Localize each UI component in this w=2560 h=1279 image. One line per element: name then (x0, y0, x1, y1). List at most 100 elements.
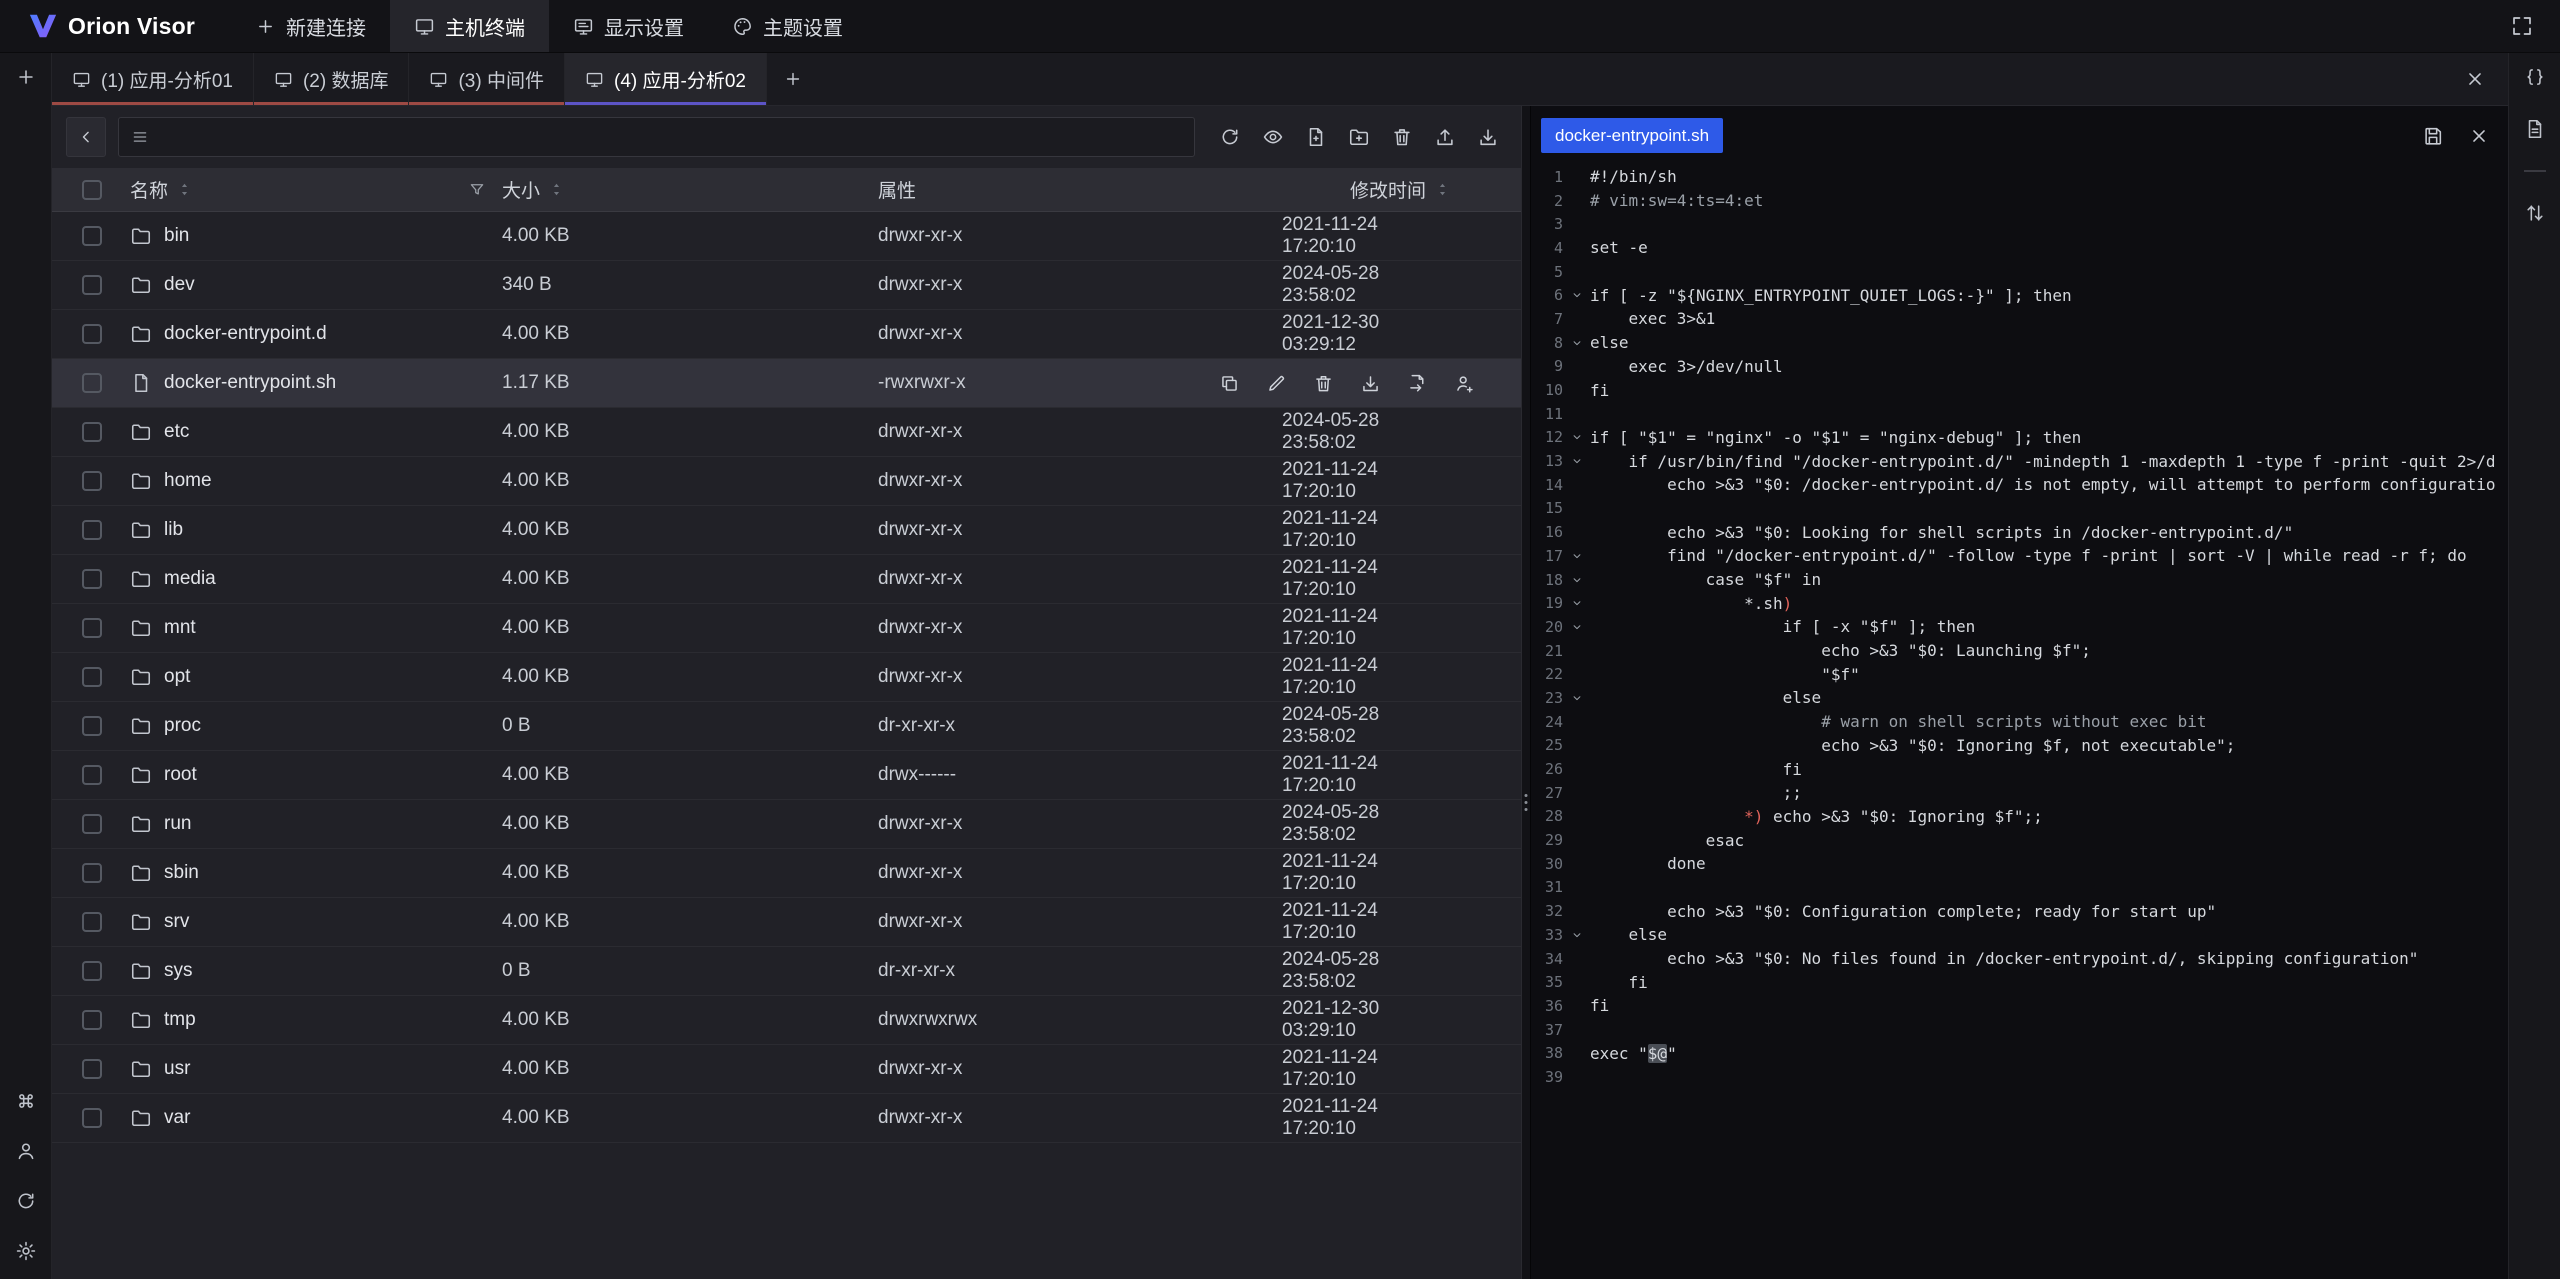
table-row[interactable]: docker-entrypoint.sh1.17 KB-rwxrwxr-x (52, 359, 1521, 408)
save-icon[interactable] (2422, 125, 2444, 147)
fold-chevron-icon[interactable] (1563, 430, 1590, 444)
row-checkbox[interactable] (82, 716, 102, 736)
column-header-size[interactable]: 大小 (502, 176, 878, 203)
delete-button[interactable] (1391, 126, 1413, 148)
menu-item-host-terminal[interactable]: 主机终端 (390, 0, 549, 52)
row-action-delete-icon[interactable] (1313, 373, 1334, 394)
code-editor[interactable]: 1#!/bin/sh2# vim:sw=4:ts=4:et34set -e56i… (1531, 163, 2508, 1279)
table-row[interactable]: opt4.00 KBdrwxr-xr-x2021-11-24 17:20:10 (52, 653, 1521, 702)
row-checkbox[interactable] (82, 667, 102, 687)
sort-size-icon[interactable] (548, 181, 565, 198)
row-checkbox[interactable] (82, 1059, 102, 1079)
file-list-button[interactable] (2524, 118, 2546, 140)
table-row[interactable]: sbin4.00 KBdrwxr-xr-x2021-11-24 17:20:10 (52, 849, 1521, 898)
row-checkbox[interactable] (82, 912, 102, 932)
tab-database[interactable]: (2) 数据库 (254, 53, 410, 105)
table-row[interactable]: sys0 Bdr-xr-xr-x2024-05-28 23:58:02 (52, 947, 1521, 996)
table-row[interactable]: etc4.00 KBdrwxr-xr-x2024-05-28 23:58:02 (52, 408, 1521, 457)
row-checkbox[interactable] (82, 618, 102, 638)
editor-file-tab[interactable]: docker-entrypoint.sh (1541, 118, 1723, 153)
table-row[interactable]: home4.00 KBdrwxr-xr-x2021-11-24 17:20:10 (52, 457, 1521, 506)
path-list-icon[interactable] (131, 128, 149, 146)
user-button[interactable] (15, 1140, 37, 1162)
tab-app-analysis-02[interactable]: (4) 应用-分析02 (565, 53, 767, 105)
fold-chevron-icon[interactable] (1563, 928, 1590, 942)
new-tab-button[interactable] (767, 53, 819, 105)
select-all-checkbox[interactable] (82, 180, 102, 200)
fold-chevron-icon[interactable] (1563, 596, 1590, 610)
code-editor-button[interactable] (2524, 66, 2546, 88)
row-action-edit-icon[interactable] (1266, 373, 1287, 394)
close-editor-icon[interactable] (2468, 125, 2490, 147)
filter-icon[interactable] (468, 181, 486, 199)
row-action-permission-icon[interactable] (1454, 373, 1475, 394)
row-checkbox[interactable] (82, 324, 102, 344)
sort-name-icon[interactable] (176, 181, 193, 198)
row-checkbox[interactable] (82, 814, 102, 834)
file-size: 4.00 KB (502, 421, 878, 443)
row-action-download-icon[interactable] (1360, 373, 1381, 394)
row-checkbox[interactable] (82, 275, 102, 295)
table-row[interactable]: root4.00 KBdrwx------2021-11-24 17:20:10 (52, 751, 1521, 800)
fold-chevron-icon[interactable] (1563, 454, 1590, 468)
row-checkbox[interactable] (82, 961, 102, 981)
fold-chevron-icon[interactable] (1563, 288, 1590, 302)
code-line: 20 if [ -x "$f" ]; then (1531, 615, 2508, 639)
row-action-move-icon[interactable] (1407, 373, 1428, 394)
preview-button[interactable] (1262, 126, 1284, 148)
table-row[interactable]: run4.00 KBdrwxr-xr-x2024-05-28 23:58:02 (52, 800, 1521, 849)
column-header-time[interactable]: 修改时间 (1282, 176, 1521, 203)
table-row[interactable]: bin4.00 KBdrwxr-xr-x2021-11-24 17:20:10 (52, 212, 1521, 261)
row-checkbox[interactable] (82, 520, 102, 540)
table-row[interactable]: lib4.00 KBdrwxr-xr-x2021-11-24 17:20:10 (52, 506, 1521, 555)
row-checkbox[interactable] (82, 765, 102, 785)
table-row[interactable]: docker-entrypoint.d4.00 KBdrwxr-xr-x2021… (52, 310, 1521, 359)
column-header-name[interactable]: 名称 (114, 176, 502, 203)
row-checkbox[interactable] (82, 1010, 102, 1030)
table-row[interactable]: tmp4.00 KBdrwxrwxrwx2021-12-30 03:29:10 (52, 996, 1521, 1045)
new-tab-button[interactable] (15, 66, 37, 88)
fullscreen-icon[interactable] (2510, 14, 2534, 38)
row-checkbox[interactable] (82, 1108, 102, 1128)
row-checkbox[interactable] (82, 863, 102, 883)
fold-chevron-icon[interactable] (1563, 336, 1590, 350)
table-row[interactable]: dev340 Bdrwxr-xr-x2024-05-28 23:58:02 (52, 261, 1521, 310)
row-checkbox[interactable] (82, 226, 102, 246)
new-file-button[interactable] (1305, 126, 1327, 148)
table-row[interactable]: proc0 Bdr-xr-xr-x2024-05-28 23:58:02 (52, 702, 1521, 751)
shortcut-keys-button[interactable] (15, 1090, 37, 1112)
table-row[interactable]: media4.00 KBdrwxr-xr-x2021-11-24 17:20:1… (52, 555, 1521, 604)
row-checkbox[interactable] (82, 373, 102, 393)
fold-chevron-icon[interactable] (1563, 573, 1590, 587)
sync-button[interactable] (15, 1190, 37, 1212)
tab-middleware[interactable]: (3) 中间件 (409, 53, 565, 105)
new-folder-button[interactable] (1348, 126, 1370, 148)
panel-splitter[interactable] (1521, 106, 1531, 1279)
menu-item-theme-settings[interactable]: 主题设置 (708, 0, 867, 52)
tab-app-analysis-01[interactable]: (1) 应用-分析01 (52, 53, 254, 105)
back-button[interactable] (66, 117, 106, 157)
sort-time-icon[interactable] (1434, 181, 1451, 198)
table-row[interactable]: mnt4.00 KBdrwxr-xr-x2021-11-24 17:20:10 (52, 604, 1521, 653)
upload-button[interactable] (1434, 126, 1456, 148)
menu-item-display-settings[interactable]: 显示设置 (549, 0, 708, 52)
close-panel-icon[interactable] (2464, 68, 2486, 90)
splitter-grip-icon[interactable] (1525, 794, 1528, 811)
table-row[interactable]: var4.00 KBdrwxr-xr-x2021-11-24 17:20:10 (52, 1094, 1521, 1143)
fold-chevron-icon[interactable] (1563, 620, 1590, 634)
row-checkbox[interactable] (82, 471, 102, 491)
row-checkbox[interactable] (82, 569, 102, 589)
refresh-button[interactable] (1219, 126, 1241, 148)
table-row[interactable]: srv4.00 KBdrwxr-xr-x2021-11-24 17:20:10 (52, 898, 1521, 947)
path-input[interactable] (159, 127, 1182, 148)
menu-item-new-connection[interactable]: 新建连接 (231, 0, 390, 52)
row-checkbox[interactable] (82, 422, 102, 442)
fold-chevron-icon[interactable] (1563, 691, 1590, 705)
download-button[interactable] (1477, 126, 1499, 148)
table-row[interactable]: usr4.00 KBdrwxr-xr-x2021-11-24 17:20:10 (52, 1045, 1521, 1094)
settings-button[interactable] (15, 1240, 37, 1262)
row-action-copy-icon[interactable] (1219, 373, 1240, 394)
transfer-list-button[interactable] (2524, 202, 2546, 224)
code-text: exec 3>/dev/null (1590, 357, 2508, 376)
fold-chevron-icon[interactable] (1563, 549, 1590, 563)
